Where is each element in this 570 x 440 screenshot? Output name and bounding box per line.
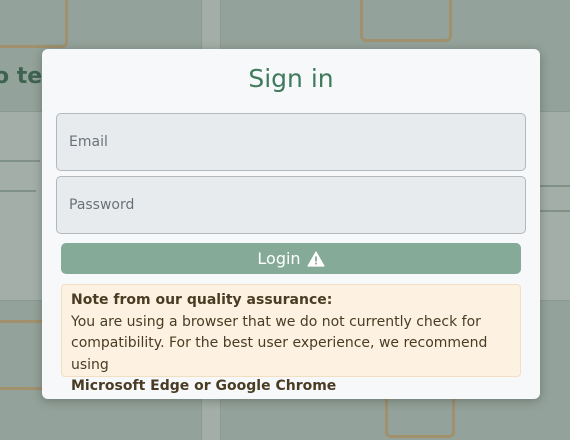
- login-button-label: Login: [257, 249, 301, 268]
- warning-triangle-icon: [306, 250, 325, 267]
- note-title: Note from our quality assurance:: [71, 292, 333, 308]
- password-field[interactable]: [56, 176, 526, 234]
- login-button[interactable]: Login: [61, 243, 521, 274]
- note-recommended-browsers: Microsoft Edge or Google Chrome: [71, 378, 337, 394]
- note-body: You are using a browser that we do not c…: [71, 313, 488, 373]
- modal-title: Sign in: [248, 64, 334, 93]
- browser-compatibility-note: Note from our quality assurance: You are…: [61, 284, 521, 394]
- sign-in-modal: Sign in Login Note from our quality assu…: [42, 49, 540, 399]
- email-field[interactable]: [56, 113, 526, 171]
